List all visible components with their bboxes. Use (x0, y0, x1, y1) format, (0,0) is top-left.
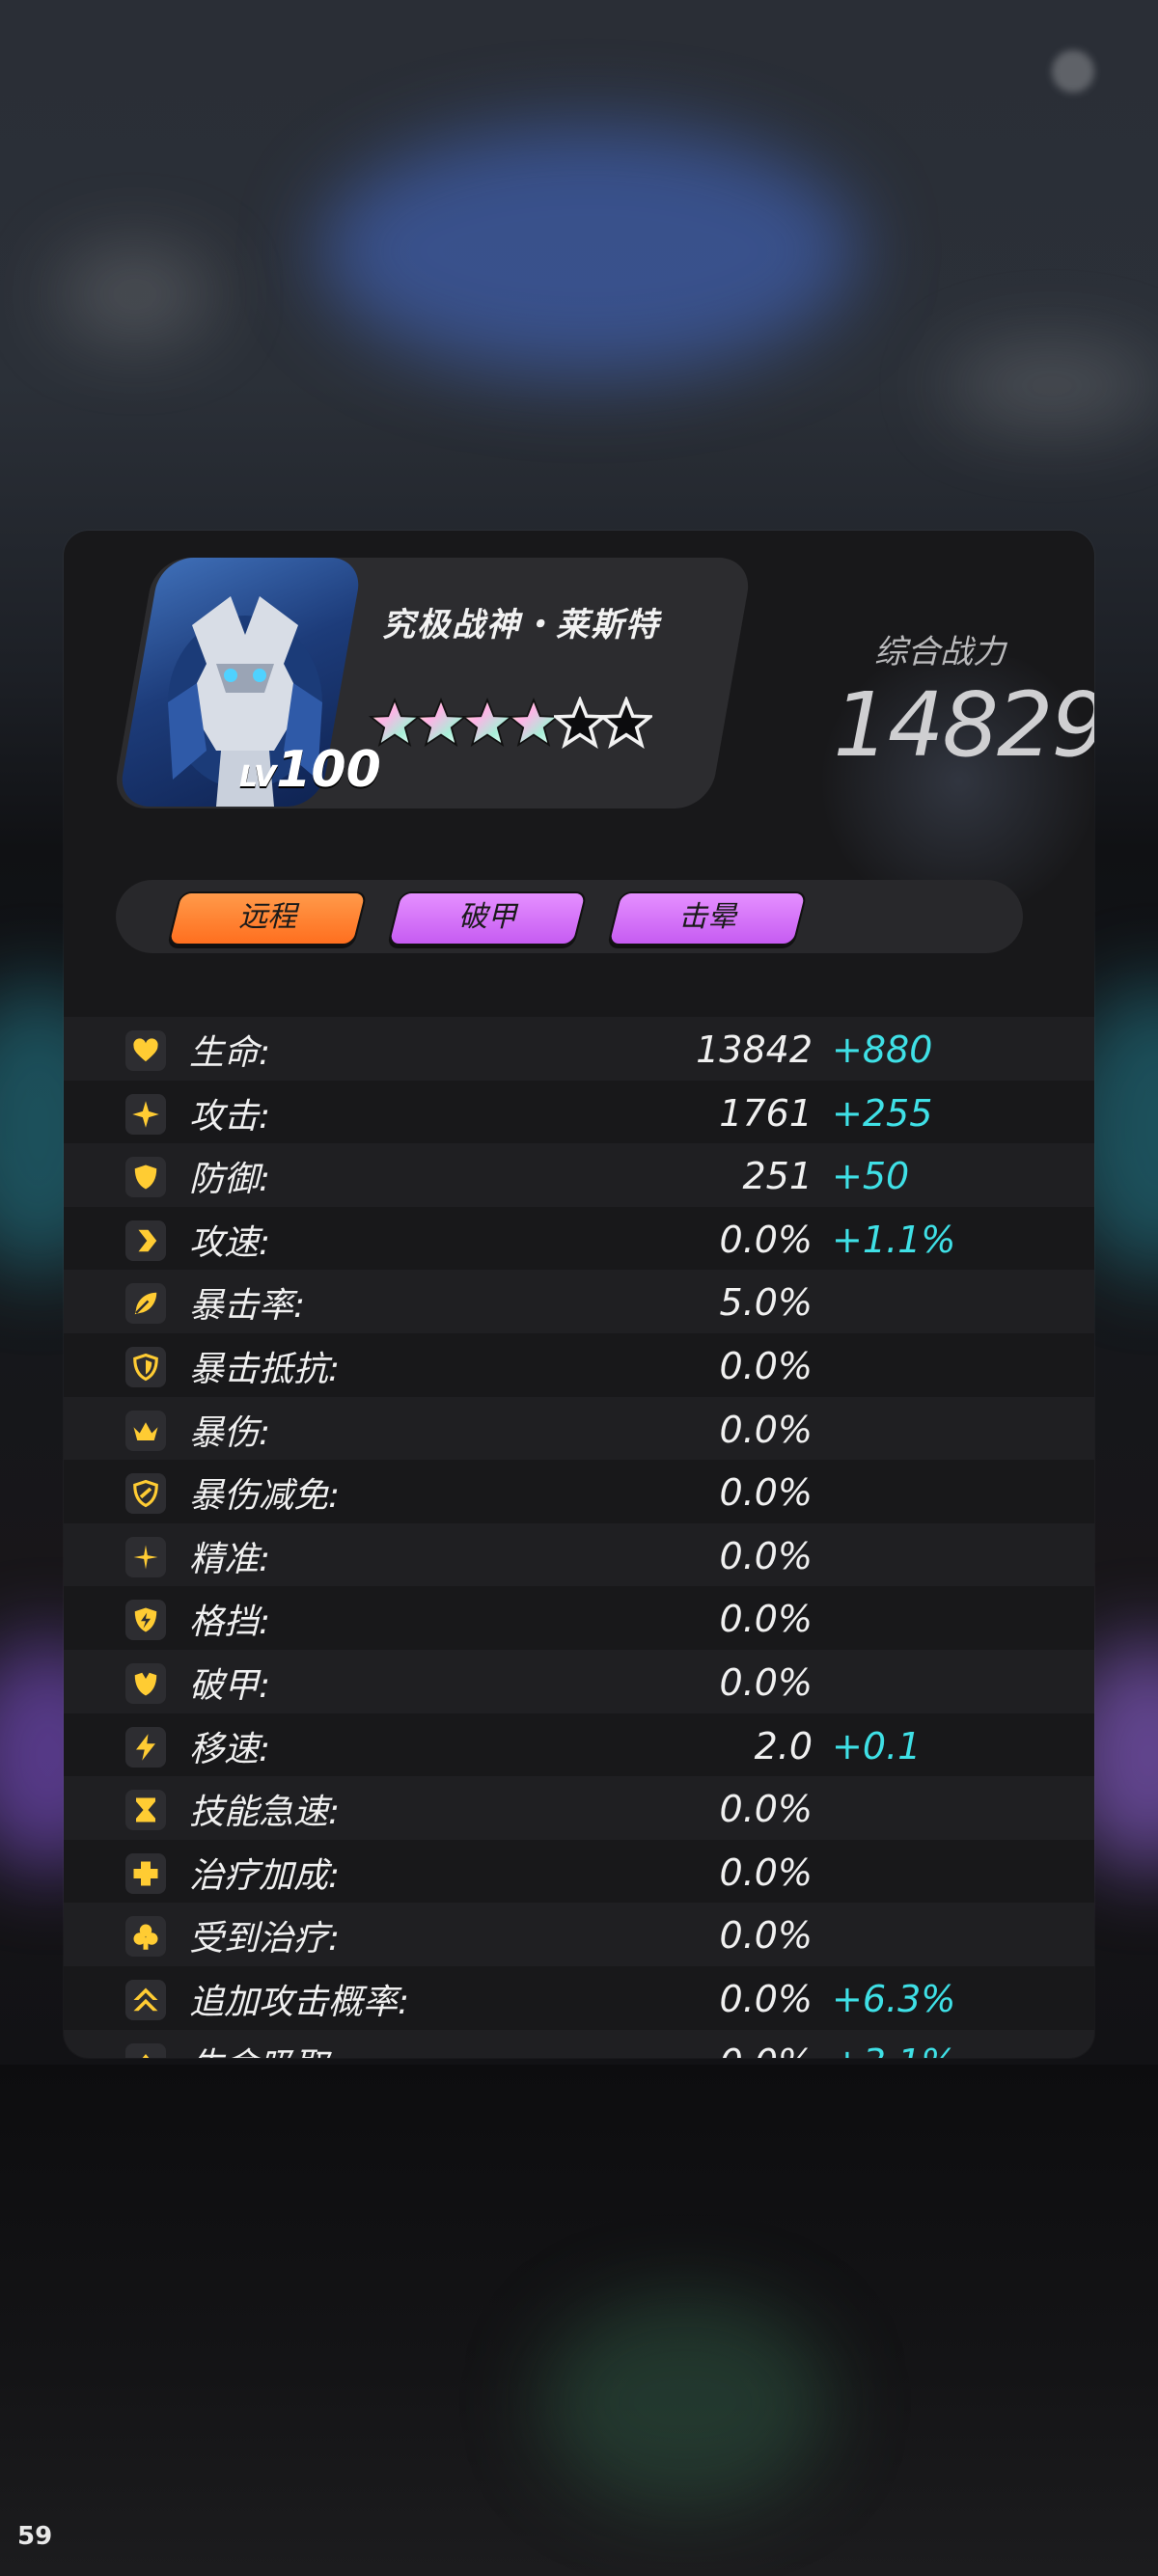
shield-slash-icon (125, 1473, 166, 1515)
stat-label: 暴击率: (189, 1286, 306, 1327)
feather-icon (125, 1283, 166, 1325)
heal-cross-icon (125, 1852, 166, 1894)
stat-row: 精准: 0.0% (64, 1522, 1094, 1587)
stat-value: 0.0% (719, 1788, 813, 1831)
star-filled-icon (461, 697, 513, 748)
stat-value: 251 (742, 1155, 813, 1198)
stat-label: 暴伤: (189, 1412, 271, 1453)
stat-label: 格挡: (189, 1603, 271, 1643)
star-empty-icon (600, 697, 652, 749)
stat-value: 2.0 (754, 1724, 813, 1768)
stat-value: 0.0% (719, 1471, 813, 1515)
stat-value: 0.0% (719, 1598, 813, 1641)
stat-row: 暴击率: 5.0% (64, 1270, 1094, 1333)
hourglass-icon (125, 1790, 166, 1831)
stat-value: 0.0% (719, 1914, 813, 1958)
stat-row: 移速: 2.0 +0.1 (64, 1713, 1094, 1777)
stat-value: 5.0% (719, 1281, 813, 1325)
stat-value: 0.0% (719, 1977, 813, 2020)
hero-level: LV100 (239, 741, 381, 799)
hero-stats-panel: 究极战神・莱斯特 LV100 综合战力 14829 远程 破甲 击晕 生命: 13… (64, 531, 1094, 2058)
shield-half-icon (125, 1346, 166, 1387)
stat-value: 0.0% (719, 1218, 813, 1261)
chevron-up-icon (125, 2042, 166, 2058)
star-rating (369, 697, 652, 749)
tag-stun: 击晕 (607, 891, 808, 945)
stat-row: 技能急速: 0.0% (64, 1776, 1094, 1840)
hero-name: 究极战神・莱斯特 (382, 606, 660, 644)
stat-bonus: +3.1% (832, 2042, 955, 2059)
stat-label: 暴击抵抗: (189, 1349, 341, 1389)
stat-value: 0.0% (719, 1408, 813, 1451)
stat-row: 攻速: 0.0% +1.1% (64, 1207, 1094, 1271)
broken-shield-icon (125, 1662, 166, 1704)
shield-icon (125, 1157, 166, 1198)
stat-row: 受到治疗: 0.0% (64, 1903, 1094, 1966)
heart-icon (125, 1030, 166, 1071)
stat-row: 暴伤减免: 0.0% (64, 1460, 1094, 1523)
stat-label: 生命吸取: (189, 2038, 340, 2059)
stat-row: 生命吸取: 0.0% +3.1% (64, 2029, 1094, 2059)
stat-row: 攻击: 1761 +255 (64, 1081, 1094, 1144)
stat-row: 暴伤: 0.0% (64, 1396, 1094, 1461)
stat-bonus: +880 (832, 1028, 933, 1071)
tag-armor-break: 破甲 (387, 891, 588, 945)
stat-value: 0.0% (565, 2042, 813, 2059)
stat-label: 移速: (189, 1729, 271, 1769)
tag-ranged: 远程 (167, 891, 368, 945)
stat-value: 0.0% (719, 1534, 813, 1577)
close-button[interactable] (1052, 50, 1094, 93)
stats-list[interactable]: 生命: 13842 +880 攻击: 1761 +255 防御: 251 +50 攻速: 0.0% +… (64, 1017, 1094, 2058)
stat-label: 技能急速: (189, 1793, 341, 1833)
chevron-right-icon (125, 1219, 166, 1261)
fps-counter: 59 (17, 2522, 53, 2551)
stat-label: 生命: (189, 1033, 271, 1073)
stat-bonus: +0.1 (832, 1724, 922, 1768)
star-filled-icon (508, 697, 560, 748)
stat-bonus: +50 (832, 1155, 910, 1198)
stat-label: 破甲: (189, 1665, 271, 1706)
stat-value: 0.0% (719, 1850, 813, 1894)
stat-row: 暴击抵抗: 0.0% (64, 1333, 1094, 1397)
power-value: 14829 (833, 673, 1094, 777)
stat-row: 追加攻击概率: 0.0% +6.3% (64, 1966, 1094, 2030)
clover-icon (125, 1916, 166, 1958)
lightning-icon (125, 1726, 166, 1768)
stat-value: 0.0% (719, 1344, 813, 1387)
power-label: 综合战力 (874, 633, 1006, 671)
stat-label: 追加攻击概率: (189, 1982, 410, 2022)
stat-bonus: +6.3% (832, 1977, 956, 2020)
sparkle-icon (125, 1093, 166, 1135)
stat-row: 生命: 13842 +880 (64, 1017, 1094, 1081)
stat-row: 格挡: 0.0% (64, 1586, 1094, 1650)
stat-label: 攻击: (189, 1096, 271, 1137)
stat-row: 防御: 251 +50 (64, 1143, 1094, 1207)
stat-label: 精准: (189, 1539, 271, 1579)
stat-value: 0.0% (719, 1660, 813, 1704)
crown-icon (125, 1410, 166, 1451)
stat-label: 暴伤减免: (189, 1476, 341, 1517)
stat-bonus: +255 (832, 1091, 933, 1135)
stat-bonus: +1.1% (832, 1218, 956, 1261)
stat-value: 1761 (719, 1091, 813, 1135)
stat-label: 受到治疗: (189, 1919, 341, 1959)
crosshair-icon (125, 1536, 166, 1577)
shield-bolt-icon (125, 1600, 166, 1641)
stat-row: 治疗加成: 0.0% (64, 1840, 1094, 1904)
star-empty-icon (554, 697, 606, 749)
star-filled-icon (415, 697, 467, 748)
stat-label: 防御: (189, 1160, 271, 1200)
double-chevron-up-icon (125, 1979, 166, 2020)
stat-value: 13842 (696, 1028, 813, 1071)
stat-row: 破甲: 0.0% (64, 1649, 1094, 1713)
stat-label: 治疗加成: (189, 1855, 341, 1896)
stat-label: 攻速: (189, 1222, 271, 1263)
